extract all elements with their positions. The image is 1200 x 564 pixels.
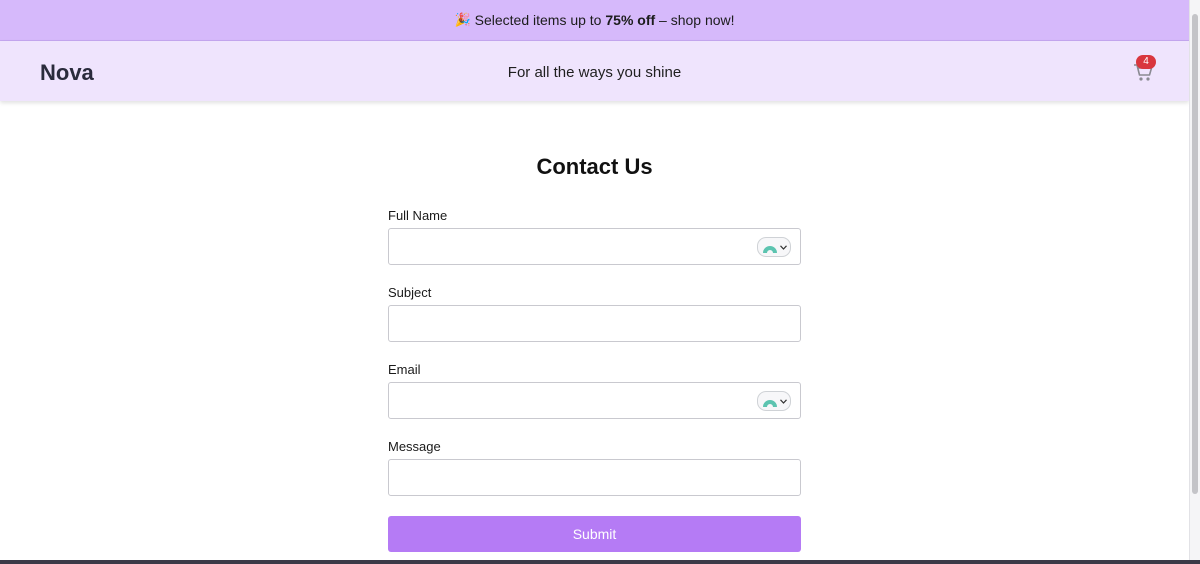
page: 🎉 Selected items up to 75% off – shop no… bbox=[0, 0, 1189, 560]
page-title: Contact Us bbox=[536, 154, 653, 179]
autofill-button[interactable] bbox=[757, 391, 791, 411]
promo-text: Selected items up to bbox=[474, 12, 606, 28]
email-field[interactable] bbox=[388, 382, 801, 419]
promo-text-end: – shop now! bbox=[655, 12, 735, 28]
site-header: Nova For all the ways you shine 4 bbox=[0, 41, 1189, 101]
promo-highlight: 75% off bbox=[605, 12, 656, 28]
subject-field[interactable] bbox=[388, 305, 801, 342]
chevron-down-icon bbox=[779, 398, 787, 404]
full-name-label: Full Name bbox=[388, 208, 448, 223]
scrollbar[interactable] bbox=[1189, 0, 1200, 560]
chevron-down-icon bbox=[779, 244, 787, 250]
subject-input[interactable] bbox=[389, 306, 800, 341]
message-input[interactable] bbox=[389, 460, 800, 495]
autofill-button[interactable] bbox=[757, 237, 791, 257]
submit-button[interactable]: Submit bbox=[388, 516, 801, 552]
full-name-input[interactable] bbox=[389, 229, 800, 264]
scrollbar-thumb[interactable] bbox=[1192, 14, 1198, 494]
cart-count-badge: 4 bbox=[1136, 55, 1156, 69]
email-input[interactable] bbox=[389, 383, 800, 418]
message-label: Message bbox=[388, 439, 441, 454]
full-name-field[interactable] bbox=[388, 228, 801, 265]
email-label: Email bbox=[388, 362, 421, 377]
tagline: For all the ways you shine bbox=[507, 64, 682, 81]
subject-label: Subject bbox=[388, 285, 432, 300]
party-popper-icon: 🎉 bbox=[454, 12, 471, 27]
promo-banner[interactable]: 🎉 Selected items up to 75% off – shop no… bbox=[0, 0, 1189, 41]
autofill-icon bbox=[762, 400, 777, 407]
message-field[interactable] bbox=[388, 459, 801, 496]
autofill-icon bbox=[762, 246, 777, 253]
contact-form: Contact Us Full Name Subject Email Messa… bbox=[388, 150, 801, 552]
